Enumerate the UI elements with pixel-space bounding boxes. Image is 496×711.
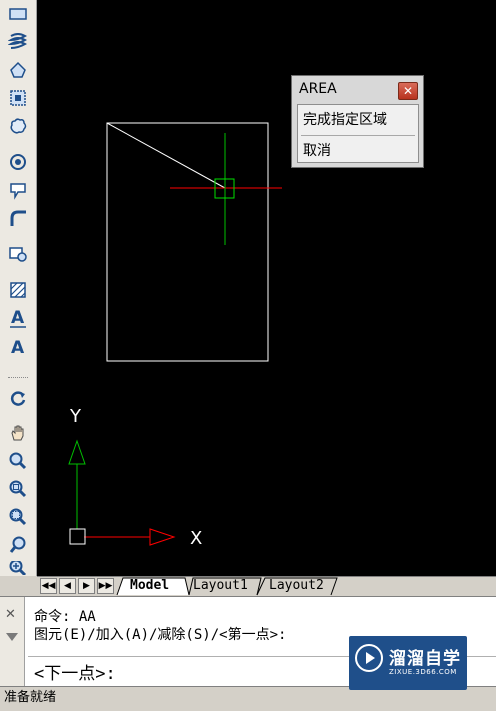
zoom-previous-icon[interactable] (5, 533, 31, 557)
first-tab-button[interactable]: ◀◀ (40, 578, 57, 594)
menu-separator (301, 135, 415, 136)
command-window-grip: ✕ (0, 597, 25, 687)
insert-table-icon[interactable] (5, 242, 31, 266)
svg-text:A: A (11, 308, 25, 328)
svg-text:A: A (11, 338, 25, 356)
menu-item-finish-region[interactable]: 完成指定区域 (303, 109, 387, 129)
zoom-window-icon[interactable] (5, 477, 31, 501)
ucs-icon (68, 439, 176, 546)
helix-icon[interactable] (5, 30, 31, 54)
close-button[interactable]: ✕ (398, 82, 418, 100)
ucs-y-label: Y (69, 406, 82, 427)
tab-layout1[interactable]: Layout1 (193, 577, 248, 595)
menu-item-cancel[interactable]: 取消 (303, 140, 331, 160)
tab-model[interactable]: Model (130, 577, 169, 595)
block-icon[interactable] (5, 86, 31, 110)
watermark-brand: 溜溜自学 (389, 649, 461, 669)
single-text-icon[interactable]: A (5, 334, 31, 358)
play-logo-icon (355, 644, 383, 672)
toolbar-separator (8, 377, 28, 378)
donut-icon[interactable] (5, 150, 31, 174)
draw-toolbar: A A (0, 0, 37, 576)
drawing-area: Y X (68, 122, 282, 549)
rectangle-icon[interactable] (5, 2, 31, 26)
rubber-band-line (106, 122, 226, 189)
tab-layout2[interactable]: Layout2 (269, 577, 324, 595)
revision-cloud-icon[interactable] (5, 114, 31, 138)
status-text: 准备就绪 (4, 690, 57, 705)
regen-icon[interactable] (5, 386, 31, 410)
drawn-rectangle (106, 122, 269, 362)
wipeout-icon[interactable] (5, 178, 31, 202)
hatch-icon[interactable] (5, 278, 31, 302)
zoom-extents-icon[interactable] (5, 505, 31, 529)
multiline-text-icon[interactable]: A (5, 306, 31, 330)
pan-icon[interactable] (5, 421, 31, 445)
next-tab-button[interactable]: ▶ (78, 578, 95, 594)
zoom-realtime-icon[interactable] (5, 449, 31, 473)
zoom-in-icon[interactable] (5, 561, 31, 575)
area-context-menu: AREA ✕ 完成指定区域 取消 (291, 75, 424, 168)
last-tab-button[interactable]: ▶▶ (97, 578, 114, 594)
command-close-icon[interactable]: ✕ (5, 607, 16, 622)
collapse-arrow-icon[interactable] (6, 633, 18, 641)
drawing-canvas[interactable]: Y X (37, 0, 496, 576)
popup-menu-list: 完成指定区域 取消 (297, 104, 419, 163)
fillet-icon[interactable] (5, 206, 31, 230)
prev-tab-button[interactable]: ◀ (59, 578, 76, 594)
command-history-line: 图元(E)/加入(A)/减除(S)/<第一点>: (34, 627, 287, 643)
watermark-url: ZIXUE.3D66.COM (389, 668, 457, 676)
layout-tab-bar: ◀◀ ◀ ▶ ▶▶ Model Layout1 Layout2 (37, 576, 496, 596)
command-prompt-input[interactable]: <下一点>: (34, 659, 116, 684)
command-history-line: 命令: AA (34, 609, 96, 625)
popup-title: AREA (299, 81, 337, 97)
watermark-badge: 溜溜自学 ZIXUE.3D66.COM (349, 636, 467, 690)
region-icon[interactable] (5, 58, 31, 82)
ucs-x-label: X (190, 528, 202, 549)
